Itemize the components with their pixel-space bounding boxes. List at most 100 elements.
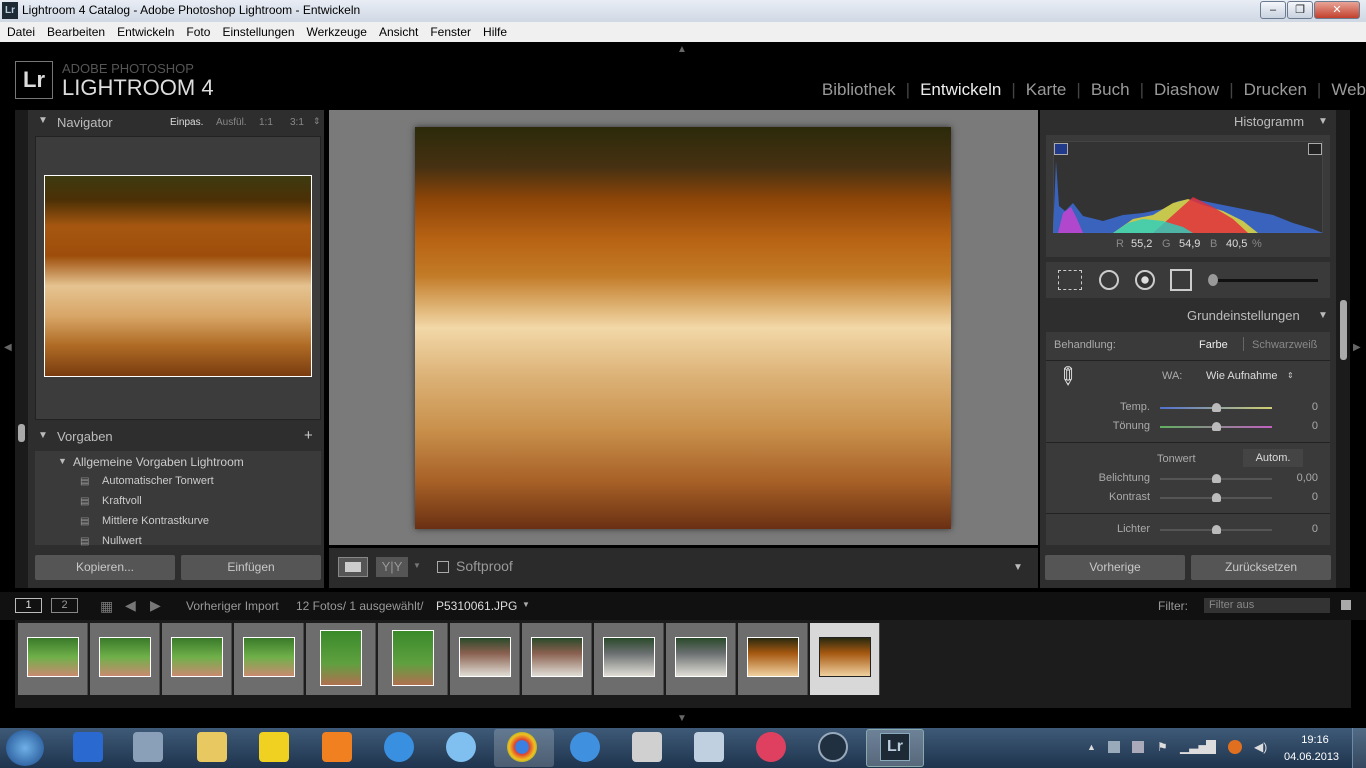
teamviewer-icon[interactable]: [73, 732, 103, 762]
menu-werkzeuge[interactable]: Werkzeuge: [300, 22, 372, 39]
brush-icon[interactable]: [1208, 274, 1218, 286]
module-drucken[interactable]: Drucken: [1234, 80, 1317, 99]
safari-icon[interactable]: [570, 732, 600, 762]
filmstrip-thumb[interactable]: [450, 623, 520, 695]
preset-item[interactable]: Kraftvoll: [102, 495, 142, 507]
network-signal-icon[interactable]: ▁▃▅: [1180, 740, 1208, 754]
tray-app-icon[interactable]: [1228, 740, 1242, 754]
folder-expand-icon[interactable]: ▼: [58, 456, 67, 466]
toolbar-menu-icon[interactable]: ▼: [1013, 562, 1023, 573]
contrast-slider-thumb[interactable]: [1212, 493, 1221, 502]
virtualbox-icon[interactable]: [133, 732, 163, 762]
wb-select[interactable]: Wie Aufnahme: [1206, 370, 1278, 382]
navigator-preview-image[interactable]: [44, 175, 312, 377]
zoom-1to1[interactable]: 1:1: [259, 117, 273, 128]
module-buch[interactable]: Buch: [1081, 80, 1140, 99]
close-button[interactable]: ✕: [1314, 1, 1360, 19]
itunes-icon[interactable]: [384, 732, 414, 762]
collapse-bottom-arrow-icon[interactable]: ▼: [677, 713, 687, 724]
vlc-icon[interactable]: [322, 732, 352, 762]
filmstrip-thumb[interactable]: [522, 623, 592, 695]
exposure-slider-thumb[interactable]: [1212, 474, 1221, 483]
paste-button[interactable]: Einfügen: [181, 555, 321, 580]
preset-item[interactable]: Nullwert: [102, 535, 142, 545]
filmstrip-source[interactable]: Vorheriger Import: [186, 599, 279, 613]
action-center-flag-icon[interactable]: ⚑: [1157, 740, 1168, 754]
forward-arrow-icon[interactable]: ▶: [150, 597, 161, 614]
battery-icon[interactable]: [1206, 740, 1216, 754]
filmstrip-thumb[interactable]: [594, 623, 664, 695]
thunderbird-icon[interactable]: [446, 732, 476, 762]
menu-hilfe[interactable]: Hilfe: [476, 22, 512, 39]
module-bibliothek[interactable]: Bibliothek: [812, 80, 906, 99]
filter-select[interactable]: Filter aus: [1204, 598, 1330, 613]
preset-folder[interactable]: Allgemeine Vorgaben Lightroom: [73, 455, 244, 469]
preset-item[interactable]: Mittlere Kontrastkurve: [102, 515, 209, 527]
tray-icon-2[interactable]: [1132, 741, 1144, 753]
temp-slider-thumb[interactable]: [1212, 403, 1221, 412]
filmstrip-thumb[interactable]: [738, 623, 808, 695]
collapse-right-arrow-icon[interactable]: ▶: [1353, 342, 1361, 353]
tint-slider-thumb[interactable]: [1212, 422, 1221, 431]
filmstrip-thumb[interactable]: [234, 623, 304, 695]
highlights-value[interactable]: 0: [1290, 523, 1318, 535]
wb-dropdown-icon[interactable]: ⇕: [1287, 371, 1294, 380]
softproof-checkbox[interactable]: [437, 561, 449, 573]
zoom-select-icon[interactable]: ⇕: [313, 116, 321, 127]
show-desktop-button[interactable]: [1352, 728, 1366, 768]
contrast-value[interactable]: 0: [1290, 491, 1318, 503]
filmstrip-thumb[interactable]: [378, 623, 448, 695]
menu-einstellungen[interactable]: Einstellungen: [215, 22, 299, 39]
temp-value[interactable]: 0: [1290, 401, 1318, 413]
collapse-top-arrow-icon[interactable]: ▲: [677, 44, 687, 55]
clock-date[interactable]: 04.06.2013: [1284, 751, 1339, 763]
before-after-button[interactable]: Y|Y: [376, 557, 408, 577]
filename-dropdown-icon[interactable]: ▼: [522, 600, 530, 609]
zoom-fit[interactable]: Einpas.: [170, 117, 203, 128]
filmstrip-thumb[interactable]: [90, 623, 160, 695]
maximize-button[interactable]: ❐: [1287, 1, 1313, 19]
shadow-clipping-indicator[interactable]: [1054, 143, 1068, 155]
add-preset-icon[interactable]: +: [304, 427, 313, 444]
menu-datei[interactable]: Datei: [0, 22, 40, 39]
treatment-color[interactable]: Farbe: [1199, 339, 1228, 351]
basic-collapse-icon[interactable]: ▼: [1318, 310, 1328, 321]
menu-fenster[interactable]: Fenster: [423, 22, 476, 39]
preset-item[interactable]: Automatischer Tonwert: [102, 475, 214, 487]
clock-app-icon[interactable]: [818, 732, 848, 762]
zoom-fill[interactable]: Ausfül.: [216, 117, 247, 128]
minimize-button[interactable]: –: [1260, 1, 1286, 19]
highlight-clipping-indicator[interactable]: [1308, 143, 1322, 155]
filmstrip-filename[interactable]: P5310061.JPG: [436, 599, 517, 613]
reset-button[interactable]: Zurücksetzen: [1191, 555, 1331, 580]
navigator-collapse-icon[interactable]: ▼: [38, 115, 48, 126]
collapse-left-arrow-icon[interactable]: ◀: [4, 342, 12, 353]
clock-time[interactable]: 19:16: [1298, 734, 1332, 746]
back-arrow-icon[interactable]: ◀: [125, 597, 136, 614]
grid-view-icon[interactable]: ▦: [100, 598, 113, 615]
filmstrip-thumb[interactable]: [306, 623, 376, 695]
menu-entwickeln[interactable]: Entwickeln: [110, 22, 179, 39]
filmstrip-thumb-selected[interactable]: [810, 623, 880, 695]
menu-ansicht[interactable]: Ansicht: [372, 22, 423, 39]
zoom-3to1[interactable]: 3:1: [290, 117, 304, 128]
right-scrollbar-thumb[interactable]: [1340, 300, 1347, 360]
left-scrollbar-thumb[interactable]: [18, 424, 25, 442]
snipping-tool-icon[interactable]: [756, 732, 786, 762]
module-entwickeln[interactable]: Entwickeln: [910, 80, 1011, 99]
volume-icon[interactable]: ◀): [1254, 740, 1267, 754]
graduated-filter-icon[interactable]: [1170, 269, 1192, 291]
previous-button[interactable]: Vorherige: [1045, 555, 1185, 580]
spot-removal-icon[interactable]: [1099, 270, 1119, 290]
copy-button[interactable]: Kopieren...: [35, 555, 175, 580]
menu-foto[interactable]: Foto: [179, 22, 215, 39]
lidl-mobile-icon[interactable]: [259, 732, 289, 762]
filmstrip-thumb[interactable]: [666, 623, 736, 695]
main-window-button[interactable]: 1: [15, 598, 42, 613]
module-web[interactable]: Web: [1321, 80, 1366, 99]
menu-bearbeiten[interactable]: Bearbeiten: [40, 22, 110, 39]
before-after-dropdown-icon[interactable]: ▼: [413, 561, 421, 570]
crop-tool-icon[interactable]: [1058, 270, 1082, 290]
calculator-icon[interactable]: [694, 732, 724, 762]
tray-expand-icon[interactable]: ▲: [1087, 742, 1096, 752]
